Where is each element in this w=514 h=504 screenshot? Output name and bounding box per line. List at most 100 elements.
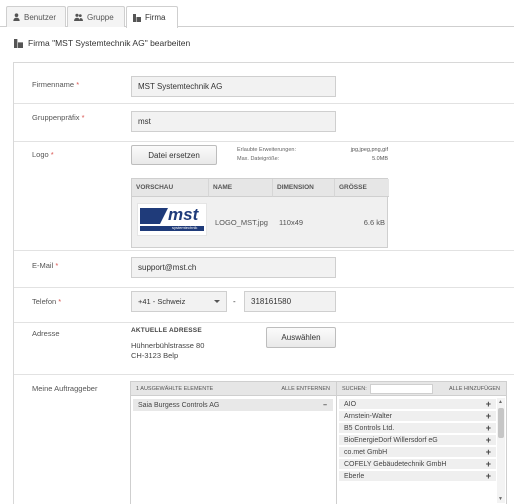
add-all-button[interactable]: ALLE HINZUFÜGEN bbox=[449, 386, 500, 392]
table-header-size: GRÖSSE bbox=[335, 179, 389, 197]
tab-benutzer[interactable]: Benutzer bbox=[6, 6, 66, 27]
search-label: SUCHEN: bbox=[342, 385, 367, 392]
country-code-select[interactable]: +41 - Schweiz bbox=[131, 291, 227, 312]
available-item-label: BioEnergieDorf Willersdorf eG bbox=[344, 436, 438, 444]
row-firmenname: Firmenname * MST Systemtechnik AG bbox=[14, 63, 514, 104]
required-marker: * bbox=[50, 150, 54, 159]
logo-file-table: VORSCHAU NAME DIMENSION GRÖSSE mst syste… bbox=[131, 178, 389, 248]
tab-firma[interactable]: Firma bbox=[126, 6, 178, 28]
selected-list-header: 1 AUSGEWÄHLTE ELEMENTE ALLE ENTFERNEN bbox=[131, 382, 336, 396]
phone-separator: - bbox=[233, 297, 236, 306]
available-item-label: co.met GmbH bbox=[344, 448, 388, 456]
tab-label: Firma bbox=[145, 13, 166, 22]
telefon-label-text: Telefon bbox=[32, 297, 57, 306]
users-icon bbox=[74, 13, 83, 21]
page-title-text: Firma "MST Systemtechnik AG" bearbeiten bbox=[28, 38, 191, 48]
user-icon bbox=[13, 13, 20, 21]
logo-brand-subtext: systemtechnik bbox=[172, 225, 198, 230]
available-item[interactable]: Eberle + bbox=[339, 471, 496, 482]
add-icon[interactable]: + bbox=[486, 471, 491, 481]
allowed-extensions-label: Erlaubte Erweiterungen: bbox=[237, 147, 297, 153]
max-size-value: 5.0MB bbox=[372, 156, 388, 162]
auftraggeber-label: Meine Auftraggeber bbox=[32, 384, 98, 393]
country-code-value: +41 - Schweiz bbox=[138, 297, 186, 306]
available-item-label: COFELY Gebäudetechnik GmbH bbox=[344, 460, 447, 468]
required-marker: * bbox=[58, 297, 62, 306]
add-icon[interactable]: + bbox=[486, 423, 491, 433]
list-scrollbar[interactable]: ▲ ▼ bbox=[497, 398, 505, 503]
add-icon[interactable]: + bbox=[486, 411, 491, 421]
available-item[interactable]: AIO + bbox=[339, 399, 496, 410]
file-dimension: 110x49 bbox=[279, 217, 304, 227]
search-input[interactable] bbox=[370, 384, 433, 394]
selected-item[interactable]: Saia Burgess Controls AG – bbox=[133, 399, 333, 411]
scroll-up-icon[interactable]: ▲ bbox=[498, 399, 503, 405]
available-item-label: B5 Controls Ltd. bbox=[344, 424, 395, 432]
remove-all-button[interactable]: ALLE ENTFERNEN bbox=[281, 386, 330, 392]
tab-gruppe[interactable]: Gruppe bbox=[67, 6, 125, 27]
logo-preview-image: mst systemtechnik bbox=[137, 203, 207, 236]
available-clients-list: SUCHEN: ALLE HINZUFÜGEN AIO + Arnstein-W… bbox=[336, 381, 507, 504]
tab-label: Gruppe bbox=[87, 12, 114, 22]
available-item[interactable]: co.met GmbH + bbox=[339, 447, 496, 458]
table-header-dimension: DIMENSION bbox=[273, 179, 335, 197]
firmenname-input[interactable]: MST Systemtechnik AG bbox=[131, 76, 336, 97]
address-line-2: CH-3123 Belp bbox=[131, 351, 179, 360]
add-icon[interactable]: + bbox=[486, 459, 491, 469]
address-heading: AKTUELLE ADRESSE bbox=[131, 327, 202, 334]
selected-item-label: Saia Burgess Controls AG bbox=[138, 401, 220, 409]
scrollbar-thumb[interactable] bbox=[498, 408, 504, 438]
row-adresse: Adresse AKTUELLE ADRESSE Hühnerbühlstras… bbox=[14, 323, 514, 375]
required-marker: * bbox=[76, 80, 80, 89]
available-item-label: AIO bbox=[344, 400, 357, 408]
add-icon[interactable]: + bbox=[486, 447, 491, 457]
row-telefon: Telefon * +41 - Schweiz - 318161580 bbox=[14, 288, 514, 323]
gruppenprefix-label-text: Gruppenpräfix bbox=[32, 113, 80, 122]
logo-brand-text: mst bbox=[168, 205, 199, 224]
add-icon[interactable]: + bbox=[486, 399, 491, 409]
tab-bar: Benutzer Gruppe Firma bbox=[0, 0, 514, 28]
phone-number-input[interactable]: 318161580 bbox=[244, 291, 336, 312]
required-marker: * bbox=[55, 261, 59, 270]
firmenname-label: Firmenname * bbox=[32, 80, 79, 89]
address-line-1: Hühnerbühlstrasse 80 bbox=[131, 341, 205, 350]
adresse-label: Adresse bbox=[32, 329, 60, 338]
available-item[interactable]: COFELY Gebäudetechnik GmbH + bbox=[339, 459, 496, 470]
row-auftraggeber: Meine Auftraggeber 1 AUSGEWÄHLTE ELEMENT… bbox=[14, 375, 514, 504]
gruppenprefix-input[interactable]: mst bbox=[131, 111, 336, 132]
chevron-down-icon bbox=[214, 300, 220, 303]
row-email: E-Mail * support@mst.ch bbox=[14, 251, 514, 288]
max-size-label: Max. Dateigröße: bbox=[237, 156, 280, 162]
tab-label: Benutzer bbox=[24, 12, 57, 22]
remove-icon[interactable]: – bbox=[323, 402, 327, 409]
available-item-label: Arnstein-Walter bbox=[344, 412, 392, 420]
building-icon bbox=[14, 38, 23, 48]
logo-label: Logo * bbox=[32, 150, 54, 159]
email-label: E-Mail * bbox=[32, 261, 58, 270]
allowed-extensions-value: jpg,jpeg,png,gif bbox=[350, 147, 388, 153]
file-size: 6.6 kB bbox=[363, 217, 385, 227]
scroll-down-icon[interactable]: ▼ bbox=[498, 496, 503, 502]
replace-file-button[interactable]: Datei ersetzen bbox=[131, 145, 217, 165]
file-name: LOGO_MST.jpg bbox=[215, 217, 268, 227]
table-header-preview: VORSCHAU bbox=[132, 179, 209, 197]
available-item-label: Eberle bbox=[344, 472, 365, 480]
table-header-name: NAME bbox=[209, 179, 273, 197]
available-item[interactable]: B5 Controls Ltd. + bbox=[339, 423, 496, 434]
add-icon[interactable]: + bbox=[486, 435, 491, 445]
row-gruppenprefix: Gruppenpräfix * mst bbox=[14, 104, 514, 142]
available-item[interactable]: BioEnergieDorf Willersdorf eG + bbox=[339, 435, 496, 446]
page-title: Firma "MST Systemtechnik AG" bearbeiten bbox=[14, 38, 190, 48]
company-form: Firmenname * MST Systemtechnik AG Gruppe… bbox=[13, 62, 514, 504]
selected-count: 1 AUSGEWÄHLTE ELEMENTE bbox=[136, 385, 214, 392]
building-icon bbox=[133, 13, 141, 22]
select-address-button[interactable]: Auswählen bbox=[266, 327, 336, 348]
logo-label-text: Logo bbox=[32, 150, 49, 159]
firmenname-label-text: Firmenname bbox=[32, 80, 75, 89]
gruppenprefix-label: Gruppenpräfix * bbox=[32, 113, 85, 122]
selected-clients-list: 1 AUSGEWÄHLTE ELEMENTE ALLE ENTFERNEN Sa… bbox=[130, 381, 337, 504]
email-input[interactable]: support@mst.ch bbox=[131, 257, 336, 278]
email-label-text: E-Mail bbox=[32, 261, 54, 270]
required-marker: * bbox=[81, 113, 85, 122]
available-item[interactable]: Arnstein-Walter + bbox=[339, 411, 496, 422]
